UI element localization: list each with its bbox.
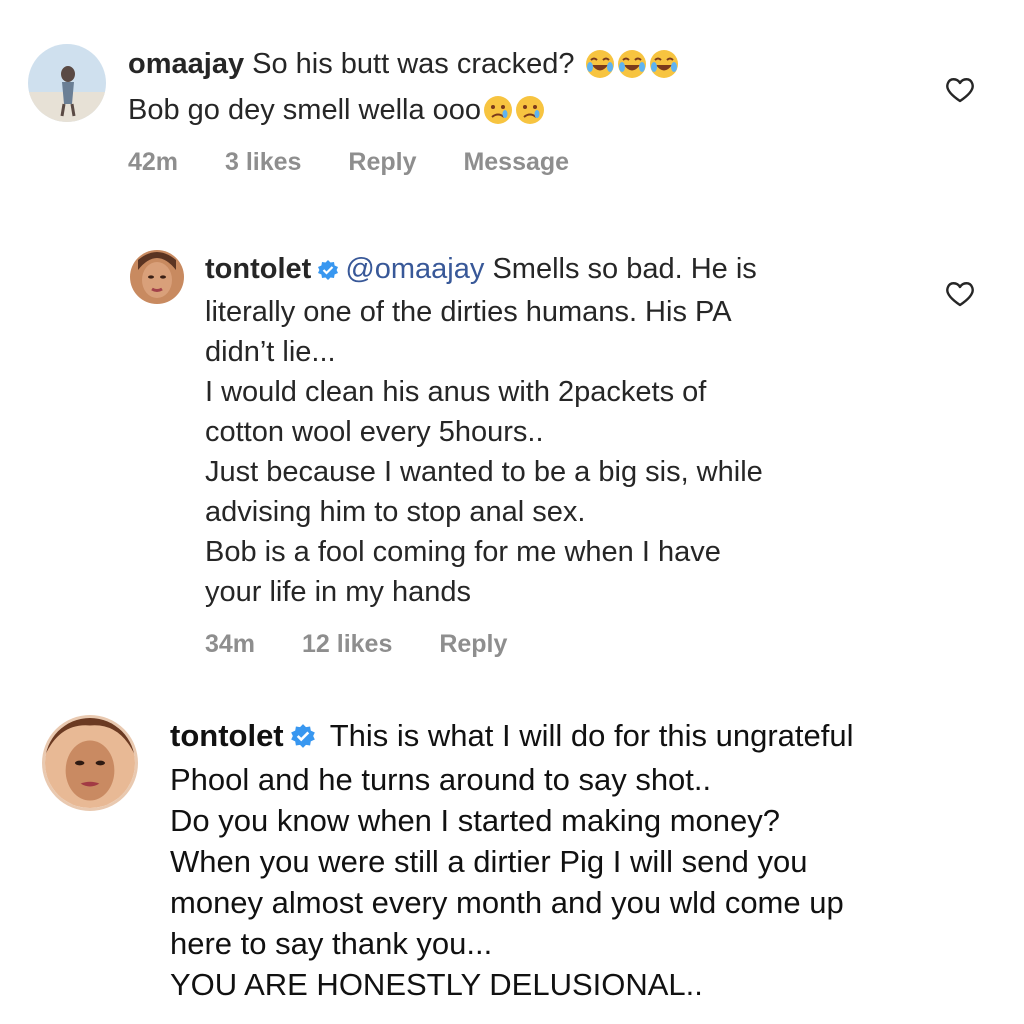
comment-likes[interactable]: 3 likes (225, 148, 301, 176)
comment-username[interactable]: tontolet (205, 253, 311, 285)
comment-time: 34m (205, 630, 256, 658)
comment-text: advising him to stop anal sex. (205, 496, 586, 528)
comment-text: Do you know when I started making money? (170, 803, 780, 838)
comment-text: here to say thank you... (170, 926, 493, 961)
crying-emoji (483, 95, 513, 136)
comment-meta: 42m 3 likes Reply Message (128, 148, 609, 177)
comment-text: So his butt was cracked? (252, 48, 575, 80)
comment-text: I would clean his anus with 2packets of (205, 376, 707, 408)
comment-text: When you were still a dirtier Pig I will… (170, 844, 808, 879)
comment-text: Just because I wanted to be a big sis, w… (205, 456, 763, 488)
comment-meta: 34m 12 likes Reply (205, 630, 547, 659)
comment-text: money almost every month and you wld com… (170, 885, 844, 920)
avatar-tontolet[interactable] (130, 250, 184, 304)
comment-text: This is what I will do for this ungratef… (329, 718, 854, 753)
comment-text: literally one of the dirties humans. His… (205, 296, 732, 328)
joy-emoji (649, 49, 679, 90)
mention-link[interactable]: @omaajay (345, 253, 484, 285)
comment-text: your life in my hands (205, 576, 471, 608)
message-button[interactable]: Message (463, 148, 569, 176)
comment-text: cotton wool every 5hours.. (205, 416, 544, 448)
avatar-tontolet[interactable] (42, 715, 138, 811)
joy-emoji (585, 49, 615, 90)
crying-emoji (515, 95, 545, 136)
verified-badge-icon (317, 252, 339, 292)
heart-icon[interactable] (945, 76, 975, 109)
comment-time: 42m (128, 148, 179, 176)
comment-likes[interactable]: 12 likes (302, 630, 392, 658)
comment-text: Bob go dey smell wella ooo (128, 94, 482, 126)
comment-text: Bob is a fool coming for me when I have (205, 536, 721, 568)
reply-button[interactable]: Reply (439, 630, 507, 658)
avatar-omaajay[interactable] (28, 44, 106, 122)
comment-text: Smells so bad. He is (492, 253, 757, 285)
comment-text: YOU ARE HONESTLY DELUSIONAL.. (170, 967, 703, 1002)
comment-text: Phool and he turns around to say shot.. (170, 762, 712, 797)
comment-text: didn’t lie... (205, 336, 336, 368)
comment-username[interactable]: tontolet (170, 718, 284, 753)
heart-icon[interactable] (945, 280, 975, 313)
verified-badge-icon (290, 718, 316, 759)
reply-button[interactable]: Reply (348, 148, 416, 176)
joy-emoji (617, 49, 647, 90)
comment-username[interactable]: omaajay (128, 48, 244, 80)
